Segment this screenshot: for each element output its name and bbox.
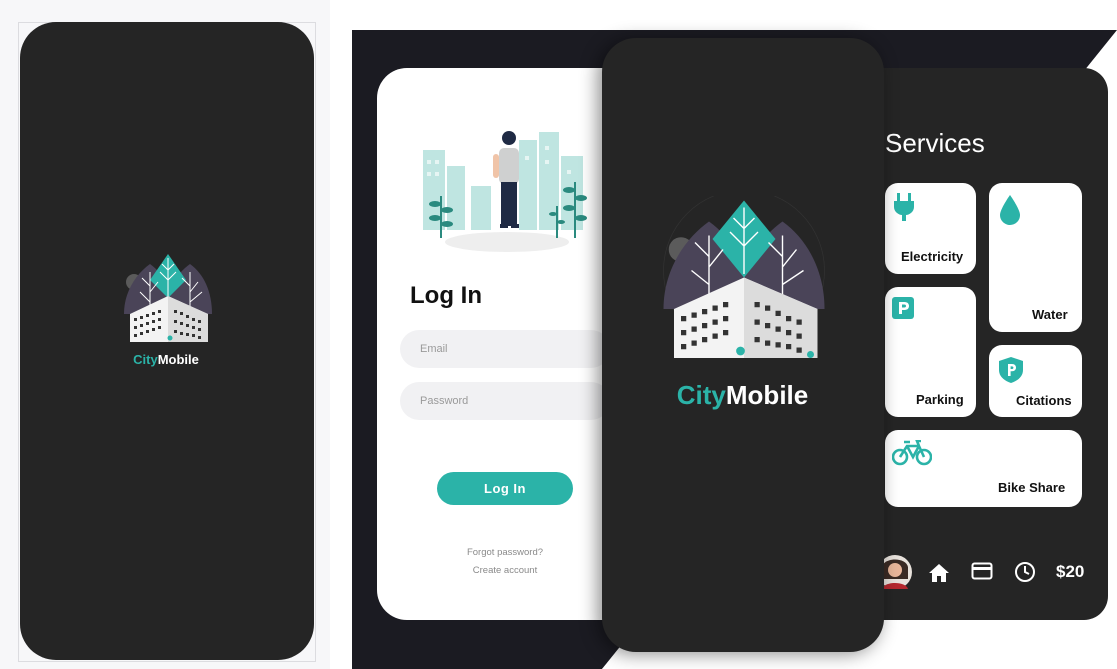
tile-water[interactable]: Water <box>989 183 1082 332</box>
brand-prefix-large: City <box>676 380 726 410</box>
bicycle-icon <box>892 440 932 466</box>
tile-bike-share[interactable]: Bike Share <box>885 430 1082 507</box>
card-icon[interactable] <box>971 562 993 580</box>
tile-bike-share-label: Bike Share <box>998 480 1066 495</box>
water-drop-icon <box>1000 195 1020 225</box>
parking-icon <box>892 297 914 319</box>
login-title: Log In <box>410 282 482 309</box>
city-person-illustration <box>423 131 587 252</box>
tile-parking-label: Parking <box>916 392 964 407</box>
citymobile-logo-small <box>124 254 212 342</box>
password-input[interactable] <box>400 382 600 420</box>
balance-amount[interactable]: $20 <box>1056 562 1084 582</box>
brand-suffix-large: Mobile <box>725 380 809 410</box>
brand-name-large: CityMobile <box>650 380 835 411</box>
tile-water-label: Water <box>1032 307 1068 322</box>
tile-citations[interactable]: Citations <box>989 345 1082 417</box>
login-button[interactable]: Log In <box>437 472 573 505</box>
password-field[interactable] <box>400 382 610 420</box>
create-account-link[interactable]: Create account <box>440 565 570 576</box>
badge-p-icon <box>999 357 1023 383</box>
services-title: Services <box>885 128 985 158</box>
clock-icon[interactable] <box>1014 561 1036 583</box>
email-field[interactable] <box>400 330 610 368</box>
home-icon[interactable] <box>928 563 950 583</box>
brand-name-small: CityMobile <box>96 352 236 367</box>
email-input[interactable] <box>400 330 600 368</box>
brand-prefix: City <box>133 352 158 367</box>
forgot-password-link[interactable]: Forgot password? <box>440 547 570 558</box>
tile-electricity-label: Electricity <box>901 249 964 264</box>
tile-citations-label: Citations <box>1016 393 1072 408</box>
plug-icon <box>894 193 914 221</box>
citymobile-logo-large <box>663 196 825 358</box>
tile-electricity[interactable]: Electricity <box>885 183 976 274</box>
tile-parking[interactable]: Parking <box>885 287 976 417</box>
brand-suffix: Mobile <box>157 352 199 367</box>
